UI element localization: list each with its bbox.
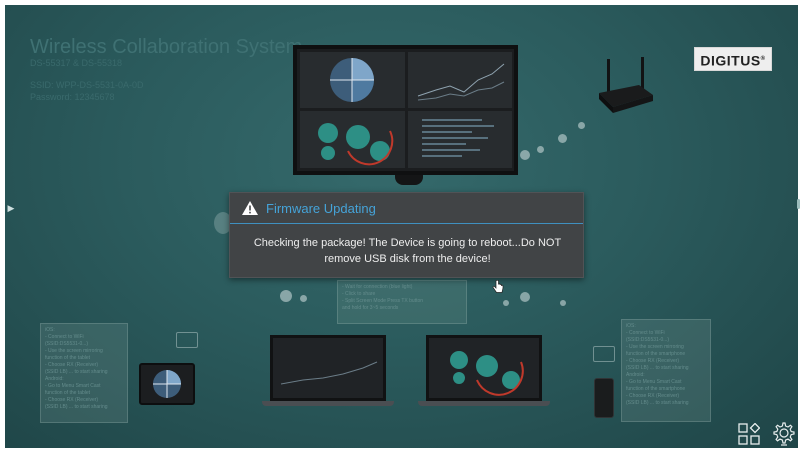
dialog-title: Firmware Updating [266,201,376,216]
laptop-base [262,401,394,406]
monitor-illustration [293,45,518,175]
dialog-message: Checking the package! The Device is goin… [236,235,579,267]
instruction-line: Android: [626,372,645,378]
laptop-illustration [426,335,542,401]
instruction-line: - Choose RX (Receiver) [626,393,680,399]
instruction-line: iOS: [45,327,55,333]
decor-dot [503,300,509,306]
phone-share-icon [593,346,615,362]
gear-graphic [318,123,394,166]
system-ssid: SSID: WPP-DS-5531-0A-0D [30,80,144,90]
instruction-line: - Go to Menu Smart Cast [626,379,682,385]
decor-dot [520,292,530,302]
instruction-line: - Wait for connection (blue light) [342,284,413,290]
instruction-line: (SSID:DS5531-0...) [45,341,89,347]
decor-dot [520,150,530,160]
instruction-line: and hold for 3~5 seconds [342,305,399,311]
apps-grid-icon[interactable] [738,423,760,445]
scroll-indicator [797,199,800,209]
firmware-update-dialog: Firmware Updating Checking the package! … [229,192,584,278]
laptop-line-graphic [280,361,378,385]
instruction-line: - Connect to WiFi [626,330,665,336]
router-illustration [599,57,653,113]
instruction-line: - Connect to WiFi [45,334,84,340]
instruction-line: function of the smartphone [626,386,686,392]
instruction-line: (SSID LB) ... to start sharing [45,369,108,375]
instruction-line: - Go to Menu Smart Cast [45,383,101,389]
system-title: Wireless Collaboration System [30,36,303,58]
instruction-line: - Click to share [342,291,376,297]
phone-illustration [594,378,614,418]
line-graphic [417,63,505,101]
instruction-line: function of the smartphone [626,351,686,357]
monitor-line-panel [408,52,512,108]
instruction-line: function of the tablet [45,355,91,361]
decor-dot [558,134,567,143]
monitor-bars-panel [408,111,512,168]
instruction-line: (SSID:DS5531-0...) [626,337,670,343]
instruction-line: function of the tablet [45,390,91,396]
instruction-line: - Choose RX (Receiver) [45,397,99,403]
monitor-stand [395,175,423,185]
brand-name: DIGITUS [700,52,761,69]
bars-graphic [422,119,494,157]
decor-dot [578,122,585,129]
tablet-share-icon [176,332,198,348]
decor-dot [537,146,544,153]
instruction-panel-phone: iOS: - Connect to WiFi (SSID:DS5531-0...… [621,319,711,422]
decor-dot [280,290,292,302]
settings-gear-icon[interactable] [770,421,796,447]
system-model: DS-55317 & DS-55318 [30,58,123,68]
laptop-base [418,401,550,406]
instruction-line: - Choose RX (Receiver) [626,358,680,364]
monitor-pie-panel [300,52,405,108]
instruction-line: - Use the screen mirroring [626,344,684,350]
instruction-line: (SSID LB) ... to start sharing [45,404,108,410]
decor-dot [560,300,566,306]
instruction-panel-tablet: iOS: - Connect to WiFi (SSID:DS5531-0...… [40,323,128,423]
brand-mark: ® [760,56,766,62]
dialog-message-line: remove USB disk from the device! [324,253,491,265]
laptop-illustration [270,335,386,401]
instruction-line: iOS: [626,323,636,329]
pie-graphic [330,58,374,102]
instruction-line: - Choose RX (Receiver) [45,362,99,368]
instruction-panel-center: - Wait for connection (blue light) - Cli… [337,280,467,324]
instruction-line: - Use the screen mirroring [45,348,103,354]
brand-logo: DIGITUS® [694,47,772,71]
tablet-illustration [139,363,195,405]
monitor-gear-panel [300,111,405,168]
desktop-screen: Wireless Collaboration System DS-55317 &… [0,0,803,453]
system-password: Password: 12345678 [30,92,115,102]
instruction-line: (SSID LB) ... to start sharing [626,365,689,371]
instruction-line: - Split Screen Mode Press TX button [342,298,424,304]
hand-cursor-icon [492,280,504,293]
decor-dot [300,295,307,302]
chevron-right-icon[interactable]: ▶ [6,199,16,217]
tablet-pie-graphic [153,370,181,398]
warning-triangle-icon [242,201,258,215]
laptop-gear-graphic [450,351,524,396]
dialog-header: Firmware Updating [230,193,583,224]
instruction-line: (SSID LB) ... to start sharing [626,400,689,406]
dialog-message-line: Checking the package! The Device is goin… [253,237,562,249]
instruction-line: Android: [45,376,64,382]
